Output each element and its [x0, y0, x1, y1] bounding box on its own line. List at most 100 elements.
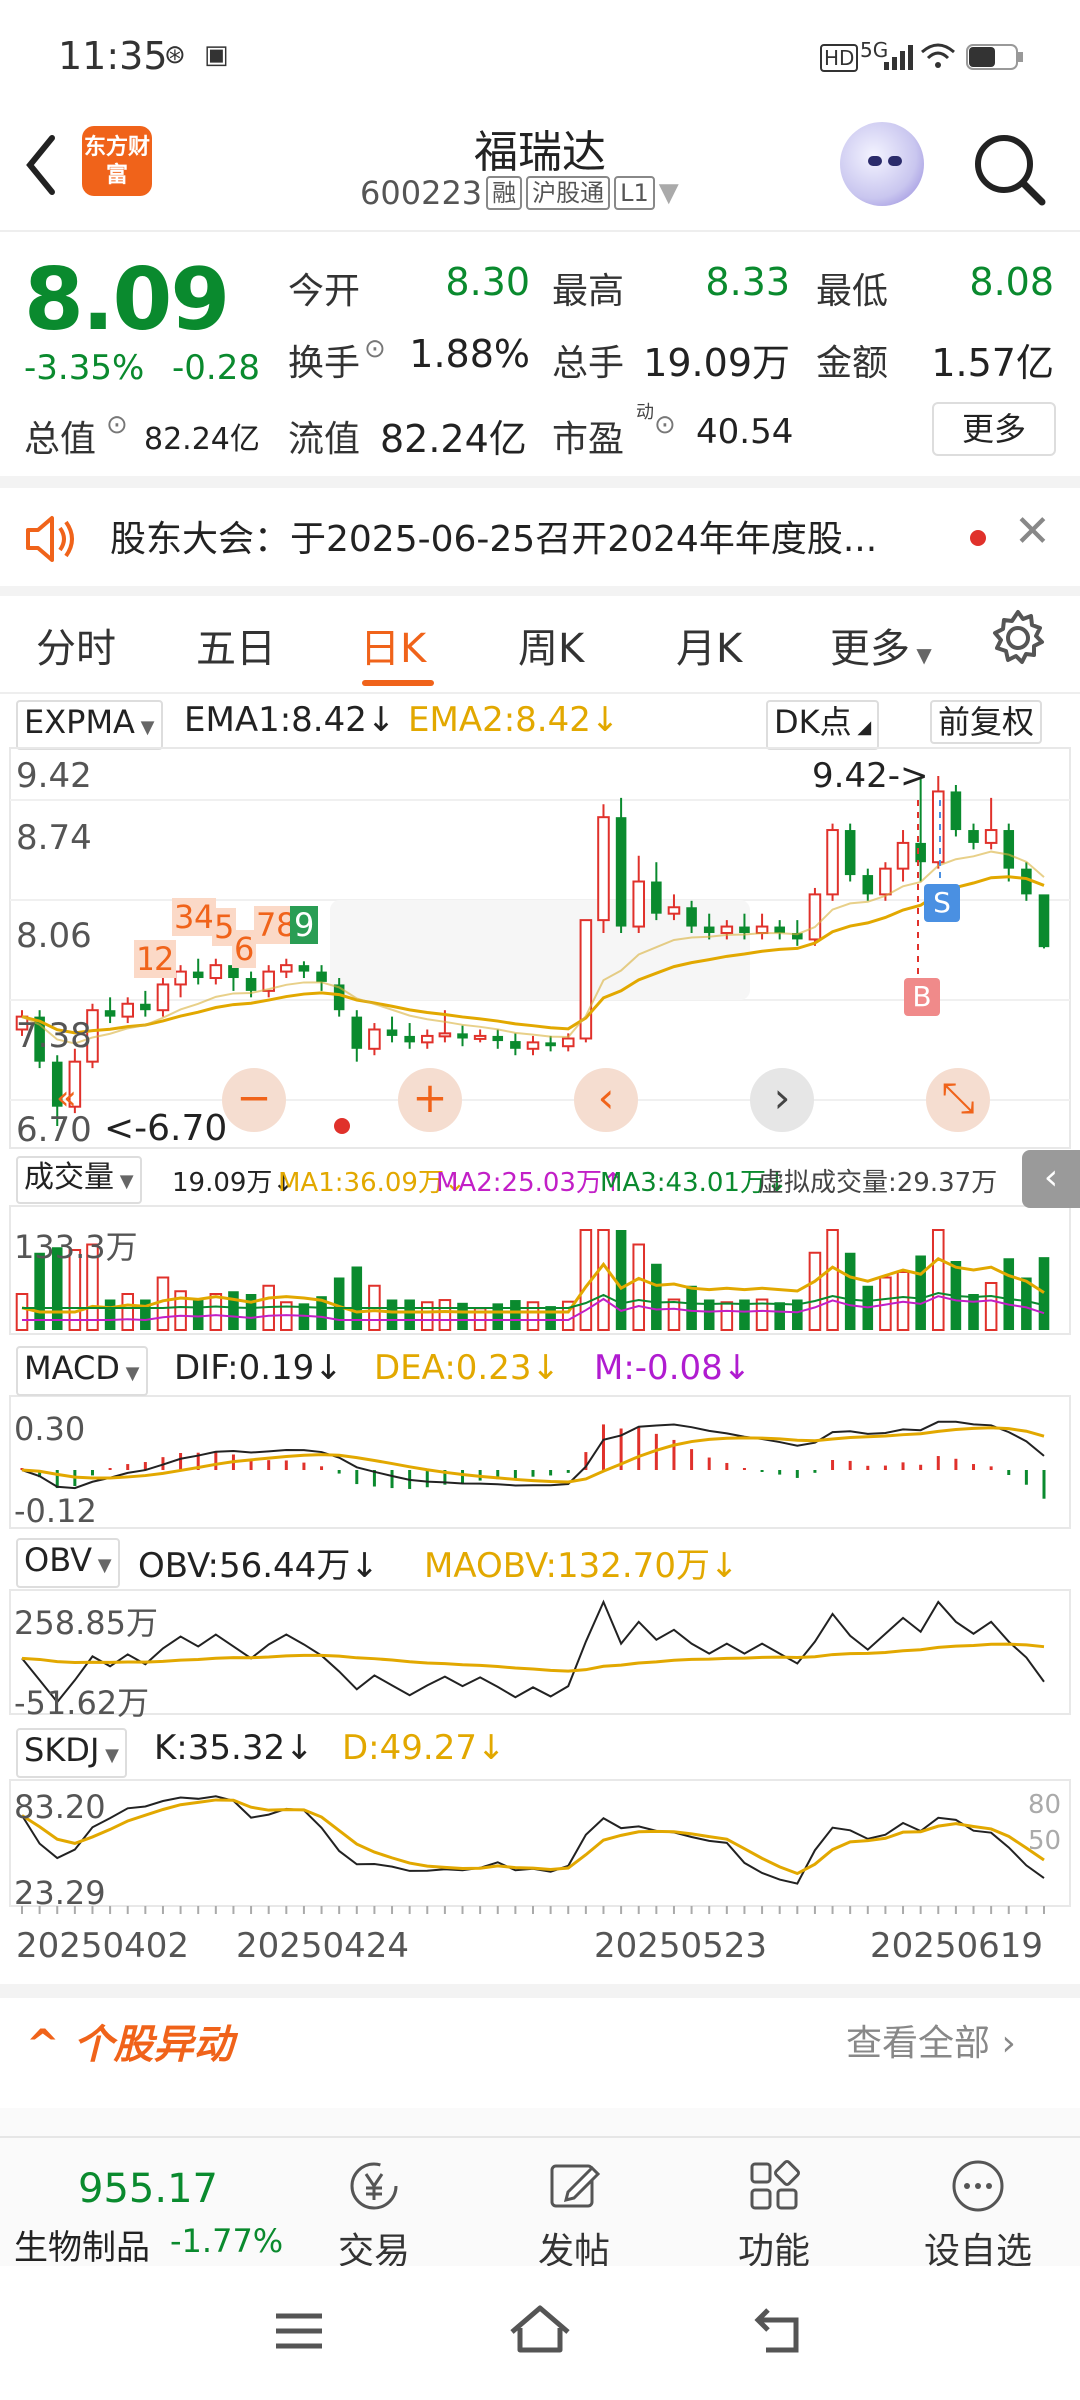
- candle-body: [703, 926, 715, 933]
- candle-body: [280, 964, 293, 973]
- index-value[interactable]: 955.17: [78, 2166, 218, 2212]
- zoom-in-button[interactable]: +: [398, 1068, 462, 1132]
- index-name[interactable]: 生物制品: [14, 2220, 150, 2269]
- candle-body: [316, 971, 327, 982]
- sell-signal-badge[interactable]: S: [924, 884, 960, 922]
- home-icon[interactable]: [508, 2302, 572, 2356]
- candle-body: [844, 830, 856, 876]
- skdj-d: D:49.27↓: [342, 1728, 506, 1768]
- volume-bar: [597, 1229, 610, 1331]
- candle-body: [404, 1035, 415, 1043]
- scroll-left-button[interactable]: ‹: [574, 1068, 638, 1132]
- volume-bar: [826, 1229, 839, 1331]
- d-line: [21, 1798, 1045, 1876]
- candle-body: [597, 816, 610, 922]
- y-label-4: 7.38: [16, 1016, 92, 1056]
- volume-bar: [844, 1252, 856, 1330]
- candle-body: [632, 880, 646, 928]
- section-title: ^ 个股异动: [26, 2012, 233, 2070]
- macd-m-label: M:-0.08: [594, 1348, 723, 1388]
- volume-bar: [104, 1299, 116, 1330]
- bottom-toolbar: 955.17 生物制品 -1.77% 交易 发帖 功能 设自选: [0, 2136, 1080, 2272]
- skdj-indicator-label: SKDJ: [24, 1731, 100, 1769]
- skdj-k: K:35.32↓: [154, 1728, 314, 1768]
- candle-body: [386, 1029, 398, 1036]
- functions-button[interactable]: 功能: [714, 2156, 834, 2274]
- post-button[interactable]: 发帖: [514, 2156, 634, 2274]
- candle-body: [420, 1034, 434, 1044]
- obv-value: OBV:56.44万↓: [138, 1546, 379, 1586]
- candle-body: [192, 971, 204, 979]
- candle-body: [510, 1041, 521, 1049]
- date-label: 20250523: [594, 1926, 768, 1966]
- skdj-level-50: 50: [1028, 1826, 1062, 1856]
- obv-y-bottom: -51.62万: [14, 1684, 150, 1722]
- volume-bar: [386, 1299, 398, 1330]
- view-all-link[interactable]: 查看全部 ›: [846, 2014, 1016, 2066]
- chevron-down-icon: ▼: [92, 1555, 112, 1576]
- volume-indicator-select[interactable]: 成交量 ▼: [16, 1156, 142, 1204]
- left-double-chevron-icon[interactable]: «: [56, 1078, 77, 1118]
- min-marker: <-6.70: [104, 1108, 228, 1149]
- macd-dea-label: DEA:0.23: [374, 1348, 532, 1388]
- k-line: [21, 1795, 1045, 1885]
- candle-body: [351, 1016, 363, 1049]
- volume-bar: [931, 1229, 945, 1331]
- obv-indicator-select[interactable]: OBV ▼: [16, 1538, 120, 1588]
- volume-bar: [245, 1294, 257, 1330]
- candle-body: [826, 829, 839, 896]
- candle-body: [140, 1003, 151, 1011]
- volume-bar: [121, 1293, 135, 1331]
- menu-icon[interactable]: [272, 2308, 328, 2354]
- system-nav-bar: [0, 2266, 1080, 2400]
- volume-bar: [1003, 1258, 1015, 1330]
- volume-bar: [808, 1251, 822, 1331]
- vol-label: 19.09万: [172, 1168, 273, 1198]
- candle-body: [209, 964, 223, 980]
- view-all-text: 查看全部: [846, 2023, 991, 2064]
- vol-ma3-label: MA3:43.01万: [600, 1168, 766, 1198]
- add-watchlist-button[interactable]: 设自选: [918, 2156, 1038, 2274]
- candle-body: [862, 875, 874, 895]
- buy-signal-badge[interactable]: B: [904, 978, 940, 1016]
- candle-body: [368, 1028, 381, 1050]
- trade-button[interactable]: 交易: [314, 2156, 434, 2274]
- obv-indicator-label: OBV: [24, 1541, 93, 1579]
- candle-body: [561, 1037, 575, 1048]
- volume-bar: [915, 1255, 926, 1330]
- maobv-label: MAOBV:132.70万: [424, 1546, 710, 1586]
- candle-body: [457, 1033, 468, 1039]
- turn-label: 6: [232, 930, 257, 968]
- vol-ma2-label: MA2:25.03万: [436, 1168, 602, 1198]
- volume-y-label: 133.3万: [14, 1228, 138, 1266]
- skdj-level-80: 80: [1028, 1790, 1062, 1820]
- collapse-panel-button[interactable]: ‹: [1022, 1150, 1080, 1208]
- macd-dea: DEA:0.23↓: [374, 1348, 560, 1388]
- turn-label: 2: [152, 940, 177, 978]
- volume-bar: [192, 1299, 204, 1330]
- scroll-right-button[interactable]: ›: [750, 1068, 814, 1132]
- date-label: 20250402: [16, 1926, 190, 1966]
- candle-body: [720, 925, 734, 934]
- volume-bar: [720, 1301, 734, 1331]
- zoom-out-button[interactable]: −: [222, 1068, 286, 1132]
- fullscreen-button[interactable]: ⤡: [926, 1068, 990, 1132]
- skdj-y-bottom: 23.29: [14, 1874, 106, 1912]
- chevron-down-icon: ▼: [99, 1745, 119, 1766]
- event-dot[interactable]: [334, 1118, 350, 1134]
- back-nav-icon[interactable]: [752, 2304, 808, 2356]
- maobv-value: MAOBV:132.70万↓: [424, 1546, 739, 1586]
- maobv-line: [21, 1642, 1045, 1673]
- skdj-indicator-select[interactable]: SKDJ ▼: [16, 1728, 127, 1778]
- volume-bar: [156, 1276, 170, 1331]
- candle-body: [1038, 894, 1050, 948]
- macd-indicator-select[interactable]: MACD ▼: [16, 1346, 148, 1396]
- volume-bar: [651, 1263, 662, 1330]
- candle-body: [1003, 830, 1015, 869]
- candle-body: [968, 830, 979, 843]
- obv-y-top: 258.85万: [14, 1604, 158, 1642]
- partial-row: [0, 2108, 1080, 2136]
- volume-bar: [15, 1293, 29, 1331]
- volume-bar: [1038, 1257, 1050, 1330]
- volume-bar: [510, 1300, 521, 1330]
